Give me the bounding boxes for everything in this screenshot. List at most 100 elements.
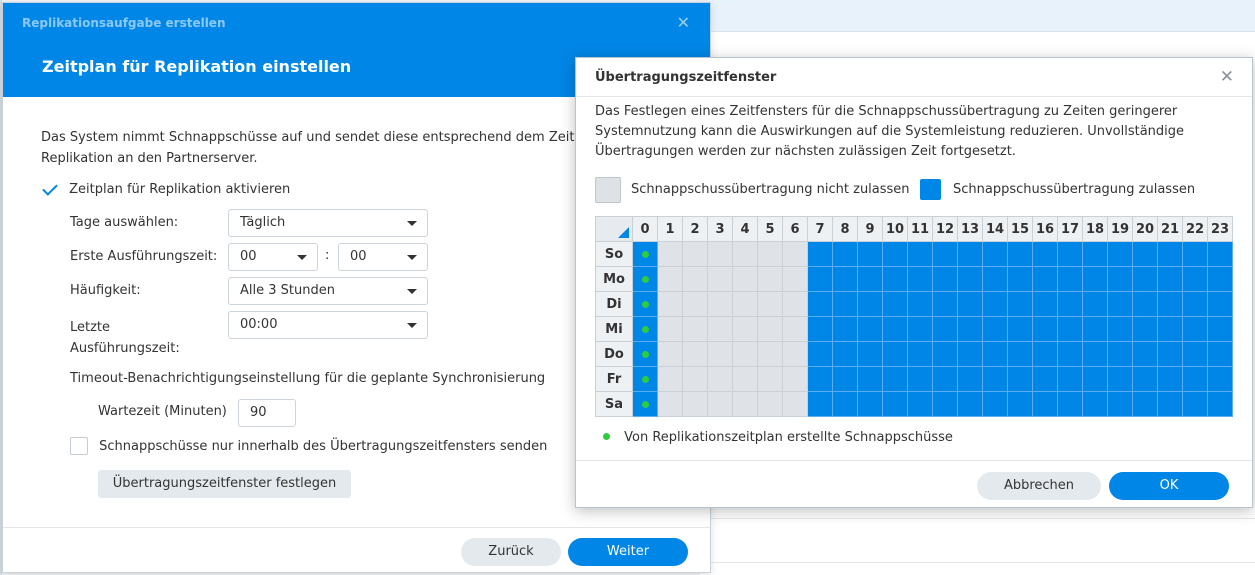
schedule-cell[interactable] bbox=[1132, 316, 1158, 342]
schedule-cell[interactable] bbox=[757, 291, 783, 317]
enable-schedule-checkbox[interactable] bbox=[41, 180, 59, 198]
hour-header[interactable]: 14 bbox=[982, 216, 1008, 242]
schedule-cell[interactable] bbox=[932, 291, 958, 317]
hour-header[interactable]: 16 bbox=[1032, 216, 1058, 242]
window-only-checkbox[interactable] bbox=[70, 437, 88, 455]
schedule-cell[interactable] bbox=[1032, 266, 1058, 292]
schedule-cell[interactable] bbox=[1157, 391, 1183, 417]
schedule-cell[interactable] bbox=[757, 391, 783, 417]
ok-button[interactable]: OK bbox=[1109, 472, 1229, 500]
schedule-cell[interactable] bbox=[1082, 341, 1108, 367]
schedule-cell[interactable] bbox=[632, 366, 658, 392]
schedule-cell[interactable] bbox=[1007, 391, 1033, 417]
schedule-cell[interactable] bbox=[657, 291, 683, 317]
schedule-cell[interactable] bbox=[732, 316, 758, 342]
schedule-cell[interactable] bbox=[1132, 341, 1158, 367]
hour-header[interactable]: 1 bbox=[657, 216, 683, 242]
schedule-cell[interactable] bbox=[632, 391, 658, 417]
schedule-cell[interactable] bbox=[1057, 341, 1083, 367]
hour-header[interactable]: 17 bbox=[1057, 216, 1083, 242]
schedule-cell[interactable] bbox=[707, 266, 733, 292]
schedule-cell[interactable] bbox=[1032, 241, 1058, 267]
enable-schedule-row[interactable]: Zeitplan für Replikation aktivieren bbox=[41, 180, 290, 198]
schedule-cell[interactable] bbox=[957, 266, 983, 292]
schedule-cell[interactable] bbox=[707, 341, 733, 367]
day-header[interactable]: Do bbox=[595, 341, 633, 367]
select-all-corner[interactable] bbox=[595, 216, 633, 242]
schedule-cell[interactable] bbox=[682, 391, 708, 417]
schedule-cell[interactable] bbox=[1182, 341, 1208, 367]
schedule-cell[interactable] bbox=[1207, 291, 1233, 317]
schedule-cell[interactable] bbox=[957, 241, 983, 267]
schedule-cell[interactable] bbox=[857, 266, 883, 292]
schedule-cell[interactable] bbox=[632, 241, 658, 267]
day-header[interactable]: So bbox=[595, 241, 633, 267]
schedule-cell[interactable] bbox=[982, 391, 1008, 417]
schedule-cell[interactable] bbox=[1157, 316, 1183, 342]
schedule-cell[interactable] bbox=[907, 341, 933, 367]
schedule-cell[interactable] bbox=[857, 341, 883, 367]
schedule-cell[interactable] bbox=[682, 241, 708, 267]
schedule-cell[interactable] bbox=[657, 241, 683, 267]
schedule-cell[interactable] bbox=[757, 366, 783, 392]
schedule-cell[interactable] bbox=[782, 341, 808, 367]
schedule-cell[interactable] bbox=[757, 341, 783, 367]
schedule-cell[interactable] bbox=[882, 391, 908, 417]
schedule-cell[interactable] bbox=[907, 391, 933, 417]
schedule-cell[interactable] bbox=[957, 316, 983, 342]
schedule-cell[interactable] bbox=[1182, 241, 1208, 267]
schedule-cell[interactable] bbox=[982, 341, 1008, 367]
schedule-cell[interactable] bbox=[782, 266, 808, 292]
day-header[interactable]: Mo bbox=[595, 266, 633, 292]
schedule-cell[interactable] bbox=[1082, 291, 1108, 317]
schedule-cell[interactable] bbox=[707, 316, 733, 342]
schedule-cell[interactable] bbox=[1007, 241, 1033, 267]
schedule-cell[interactable] bbox=[782, 366, 808, 392]
schedule-cell[interactable] bbox=[807, 241, 833, 267]
schedule-cell[interactable] bbox=[857, 241, 883, 267]
days-select[interactable]: Täglich bbox=[228, 209, 428, 237]
schedule-cell[interactable] bbox=[982, 291, 1008, 317]
schedule-cell[interactable] bbox=[1157, 266, 1183, 292]
schedule-cell[interactable] bbox=[882, 316, 908, 342]
schedule-cell[interactable] bbox=[732, 291, 758, 317]
schedule-cell[interactable] bbox=[857, 366, 883, 392]
schedule-cell[interactable] bbox=[807, 366, 833, 392]
hour-header[interactable]: 9 bbox=[857, 216, 883, 242]
hour-header[interactable]: 23 bbox=[1207, 216, 1233, 242]
schedule-cell[interactable] bbox=[682, 266, 708, 292]
schedule-cell[interactable] bbox=[982, 266, 1008, 292]
schedule-cell[interactable] bbox=[1007, 291, 1033, 317]
schedule-cell[interactable] bbox=[1132, 291, 1158, 317]
schedule-cell[interactable] bbox=[1182, 316, 1208, 342]
hour-header[interactable]: 19 bbox=[1107, 216, 1133, 242]
hour-header[interactable]: 15 bbox=[1007, 216, 1033, 242]
schedule-cell[interactable] bbox=[682, 341, 708, 367]
schedule-cell[interactable] bbox=[982, 241, 1008, 267]
schedule-cell[interactable] bbox=[807, 266, 833, 292]
schedule-cell[interactable] bbox=[1182, 266, 1208, 292]
schedule-cell[interactable] bbox=[882, 241, 908, 267]
schedule-cell[interactable] bbox=[957, 341, 983, 367]
schedule-cell[interactable] bbox=[1057, 291, 1083, 317]
first-run-hour-select[interactable]: 00 bbox=[228, 243, 318, 271]
schedule-cell[interactable] bbox=[807, 291, 833, 317]
schedule-cell[interactable] bbox=[1132, 266, 1158, 292]
schedule-cell[interactable] bbox=[907, 241, 933, 267]
schedule-cell[interactable] bbox=[732, 366, 758, 392]
schedule-cell[interactable] bbox=[832, 316, 858, 342]
schedule-cell[interactable] bbox=[1032, 316, 1058, 342]
day-header[interactable]: Fr bbox=[595, 366, 633, 392]
schedule-cell[interactable] bbox=[1107, 341, 1133, 367]
hour-header[interactable]: 6 bbox=[782, 216, 808, 242]
schedule-cell[interactable] bbox=[957, 291, 983, 317]
schedule-cell[interactable] bbox=[1057, 391, 1083, 417]
schedule-cell[interactable] bbox=[782, 241, 808, 267]
schedule-cell[interactable] bbox=[1032, 291, 1058, 317]
schedule-cell[interactable] bbox=[732, 266, 758, 292]
schedule-cell[interactable] bbox=[757, 266, 783, 292]
schedule-cell[interactable] bbox=[832, 241, 858, 267]
schedule-cell[interactable] bbox=[857, 391, 883, 417]
hour-header[interactable]: 10 bbox=[882, 216, 908, 242]
schedule-cell[interactable] bbox=[732, 391, 758, 417]
